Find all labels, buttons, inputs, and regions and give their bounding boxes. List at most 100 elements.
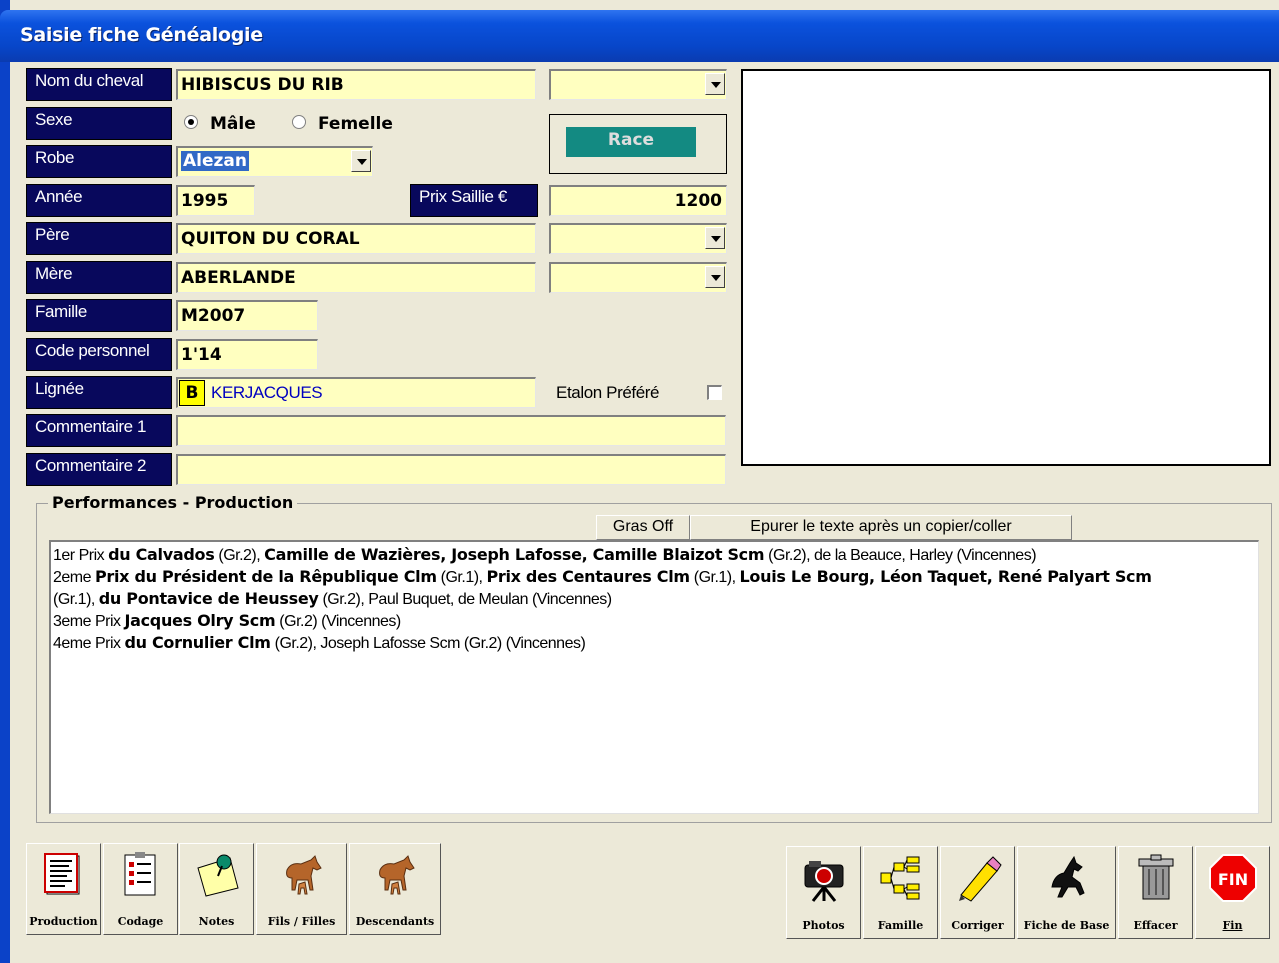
chevron-down-icon[interactable] — [705, 227, 725, 249]
toolbar-button-label: Corriger — [951, 919, 1004, 932]
toolbar-button-label: Photos — [802, 919, 845, 932]
toolbar-button-label: Fiche de Base — [1023, 919, 1110, 932]
performance-bold-text: du Cornulier Clm — [124, 633, 271, 652]
label-commentaire-2: Commentaire 2 — [26, 453, 172, 486]
toolbar-button-label: Codage — [117, 915, 164, 928]
performance-bold-text: Camille de Wazières, Joseph Lafosse, Cam… — [264, 545, 765, 564]
radio-dot-male — [184, 115, 198, 129]
document-icon — [39, 850, 89, 900]
toolbar-button-label: Descendants — [355, 915, 435, 928]
title-bar[interactable]: Saisie fiche Généalogie — [0, 10, 1279, 62]
eraser-pencil-icon — [953, 853, 1003, 903]
robe-value: Alezan — [181, 151, 249, 171]
pere-field[interactable]: QUITON DU CORAL — [176, 223, 536, 254]
performance-bold-text: du Pontavice de Heussey — [98, 589, 319, 608]
photo-box — [741, 69, 1271, 466]
lignee-value: KERJACQUES — [211, 383, 323, 402]
performances-text[interactable]: 1er Prix du Calvados (Gr.2), Camille de … — [49, 540, 1259, 814]
performance-text: 2eme — [53, 569, 95, 586]
etalon-prefere-label: Etalon Préféré — [556, 383, 660, 402]
performance-bold-text: Prix du Président de la Rêpublique Clm — [94, 567, 437, 586]
toolbar-button-label: Famille — [877, 919, 924, 932]
chevron-down-icon[interactable] — [351, 150, 371, 172]
performance-text: 4eme Prix — [53, 635, 125, 652]
radio-dot-femelle — [292, 115, 306, 129]
lignee-letter: B — [179, 380, 205, 406]
toolbar-button-label: Fils / Filles — [267, 915, 336, 928]
toolbar-button-fiche-de-base[interactable]: Fiche de Base — [1017, 846, 1116, 939]
performance-text: (Gr.1), — [689, 569, 740, 586]
chevron-down-icon[interactable] — [705, 73, 725, 95]
toolbar-button-famille[interactable]: Famille — [863, 846, 938, 939]
performance-text: 3eme Prix — [53, 613, 125, 630]
performance-text: (Gr.1), — [53, 591, 99, 608]
window-title: Saisie fiche Généalogie — [20, 24, 263, 46]
toolbar-button-notes[interactable]: Notes — [179, 843, 254, 935]
horses-icon — [370, 850, 420, 900]
chevron-down-icon[interactable] — [705, 266, 725, 288]
svg-text:FIN: FIN — [1217, 870, 1247, 889]
toolbar-button-label: Production — [29, 915, 98, 928]
performance-line: 1er Prix du Calvados (Gr.2), Camille de … — [53, 544, 1256, 566]
toolbar-button-production[interactable]: Production — [26, 843, 101, 935]
performance-text: 1er Prix — [53, 547, 109, 564]
toolbar-button-codage[interactable]: Codage — [103, 843, 178, 935]
race-frame: Race — [549, 114, 727, 174]
performance-bold-text: du Calvados — [108, 545, 215, 564]
annee-field[interactable]: 1995 — [176, 185, 255, 216]
race-button[interactable]: Race — [566, 127, 696, 157]
performance-text: (Gr.1), — [436, 569, 487, 586]
performance-line: 3eme Prix Jacques Olry Scm (Gr.2) (Vince… — [53, 610, 1256, 632]
performance-bold-text: Louis Le Bourg, Léon Taquet, René Palyar… — [739, 567, 1152, 586]
toolbar-button-corriger[interactable]: Corriger — [940, 846, 1015, 939]
label-prix-saillie: Prix Saillie € — [410, 184, 538, 217]
label-commentaire-1: Commentaire 1 — [26, 414, 172, 447]
radio-femelle[interactable]: Femelle — [292, 114, 393, 134]
toolbar-button-photos[interactable]: Photos — [786, 846, 861, 939]
performance-text: (Gr.2) (Vincennes) — [275, 613, 401, 630]
commentaire-1-field[interactable] — [176, 415, 726, 446]
family-tree-icon — [876, 853, 926, 903]
lignee-field[interactable]: B KERJACQUES — [176, 377, 536, 408]
nom-combo[interactable] — [549, 69, 727, 100]
performance-text: (Gr.2), — [214, 547, 265, 564]
toolbar-button-label: Fin — [1222, 919, 1243, 932]
nom-field[interactable]: HIBISCUS DU RIB — [176, 69, 536, 100]
commentaire-2-field[interactable] — [176, 454, 726, 485]
epurer-button[interactable]: Epurer le texte après un copier/coller — [690, 515, 1072, 540]
performance-text: (Gr.2), Joseph Lafosse Scm (Gr.2) (Vince… — [270, 635, 586, 652]
toolbar-button-effacer[interactable]: Effacer — [1118, 846, 1193, 939]
radio-femelle-label: Femelle — [318, 114, 393, 134]
mere-field[interactable]: ABERLANDE — [176, 262, 536, 293]
label-sexe: Sexe — [26, 107, 172, 140]
label-code-personnel: Code personnel — [26, 338, 172, 371]
camera-icon — [799, 853, 849, 903]
pere-combo[interactable] — [549, 223, 727, 254]
fin-stop-icon: FIN — [1208, 853, 1258, 903]
gras-off-button[interactable]: Gras Off — [596, 515, 690, 540]
etalon-prefere-checkbox[interactable] — [707, 385, 722, 400]
radio-male[interactable]: Mâle — [184, 114, 256, 134]
label-annee: Année — [26, 184, 172, 217]
label-robe: Robe — [26, 145, 172, 178]
performances-title: Performances - Production — [48, 493, 298, 512]
toolbar-button-fils-filles[interactable]: Fils / Filles — [256, 843, 347, 935]
famille-field[interactable]: M2007 — [176, 300, 318, 331]
note-pin-icon — [192, 850, 242, 900]
code-personnel-field[interactable]: 1'14 — [176, 339, 318, 370]
toolbar-button-label: Effacer — [1133, 919, 1178, 932]
clipboard-icon — [116, 850, 166, 900]
performance-line: 2eme Prix du Président de la Rêpublique … — [53, 566, 1256, 588]
trash-icon — [1131, 853, 1181, 903]
robe-combo[interactable]: Alezan — [176, 146, 373, 177]
prix-saillie-field[interactable]: 1200 — [549, 185, 727, 216]
toolbar-button-fin[interactable]: FIN Fin — [1195, 846, 1270, 939]
horse-icon — [1042, 853, 1092, 903]
performance-bold-text: Jacques Olry Scm — [124, 611, 276, 630]
radio-male-label: Mâle — [210, 114, 256, 134]
mere-combo[interactable] — [549, 262, 727, 293]
toolbar-button-label: Notes — [198, 915, 235, 928]
toolbar-button-descendants[interactable]: Descendants — [349, 843, 441, 935]
label-pere: Père — [26, 222, 172, 255]
horses-icon — [277, 850, 327, 900]
